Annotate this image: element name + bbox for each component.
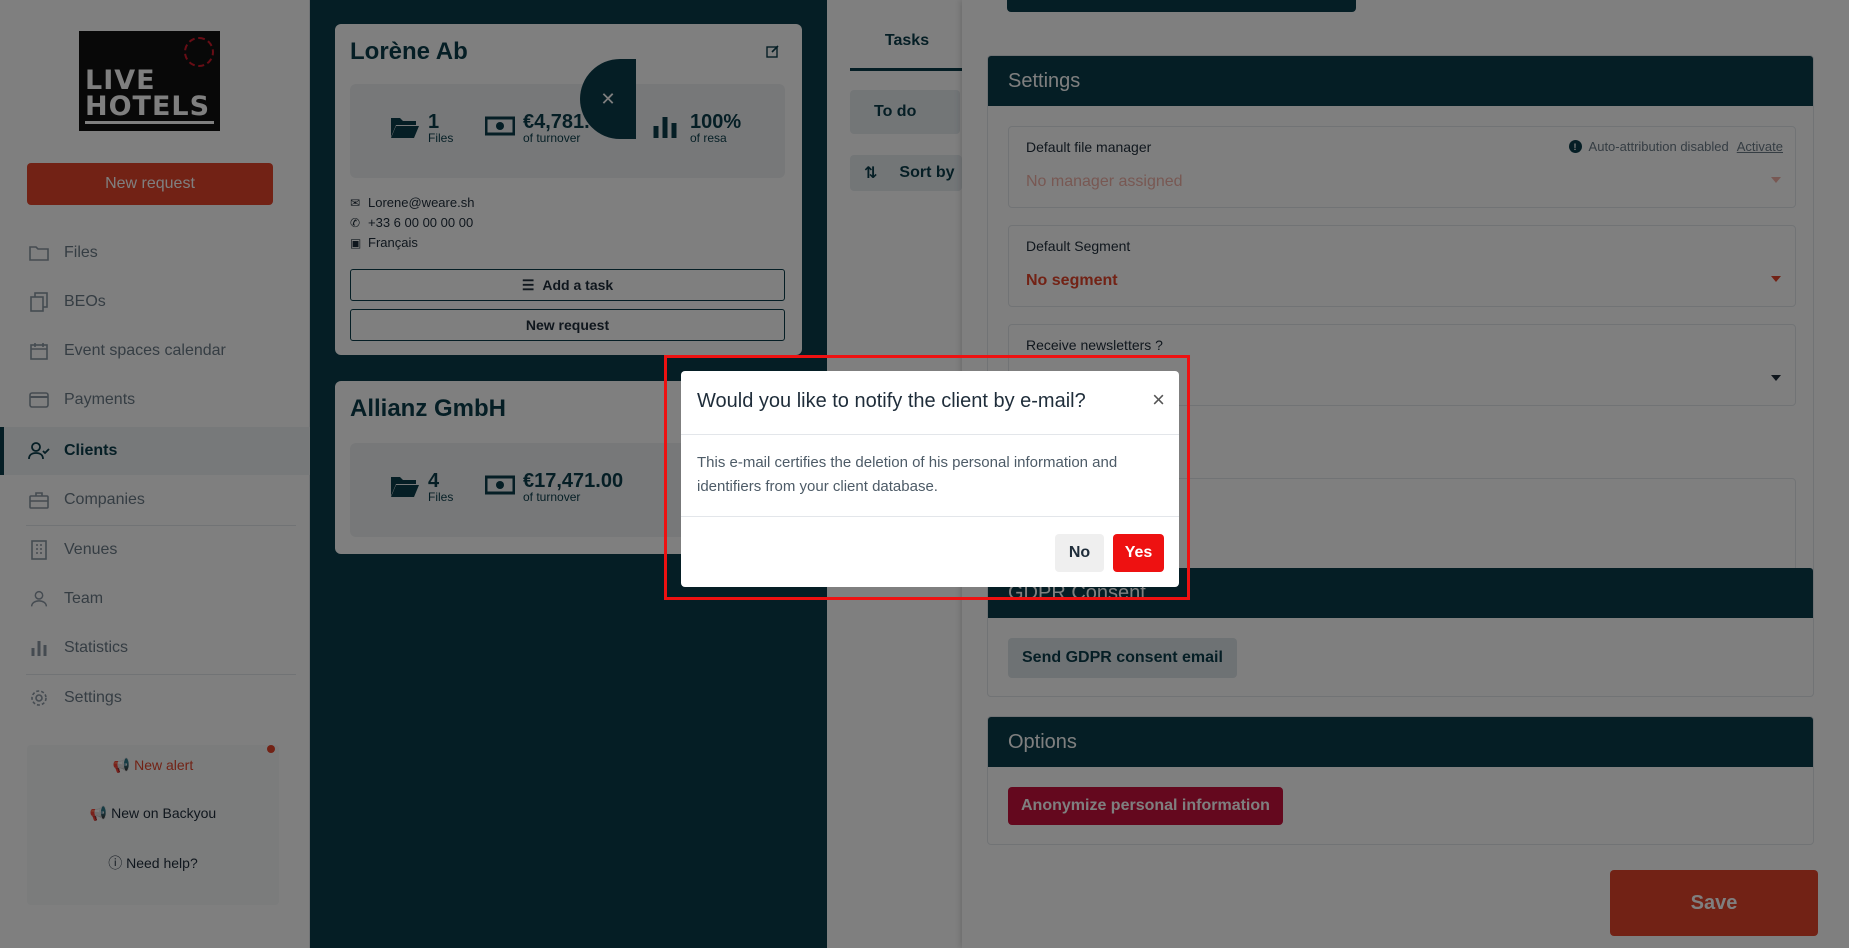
dialog-header: Would you like to notify the client by e… [681, 371, 1179, 435]
notify-client-dialog: Would you like to notify the client by e… [681, 371, 1179, 587]
dialog-title: Would you like to notify the client by e… [697, 390, 1086, 412]
dialog-footer: No Yes [681, 516, 1179, 587]
dialog-message: This e-mail certifies the deletion of hi… [697, 454, 1118, 495]
no-button[interactable]: No [1055, 534, 1104, 572]
yes-button[interactable]: Yes [1113, 534, 1164, 572]
close-icon[interactable]: × [1152, 387, 1165, 413]
